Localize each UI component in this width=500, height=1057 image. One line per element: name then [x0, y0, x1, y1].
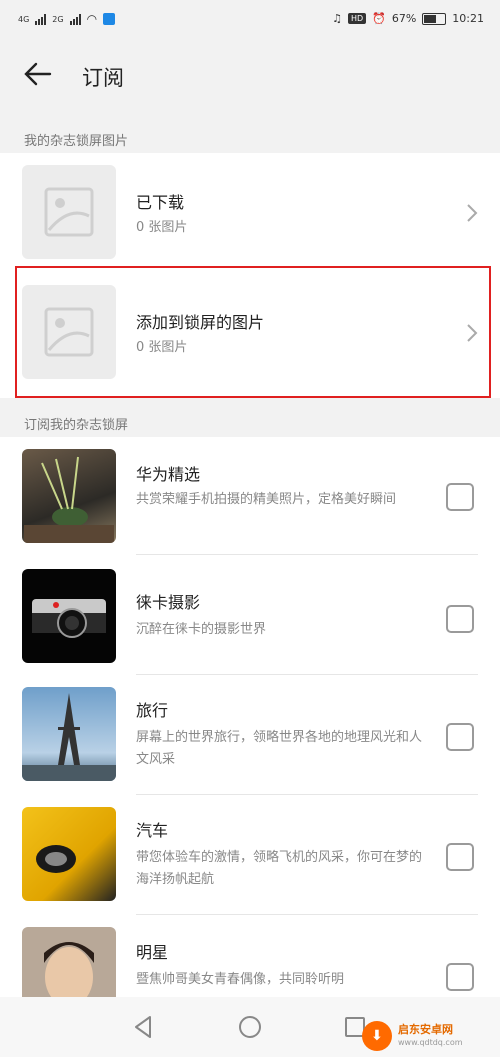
item-title: 已下载	[136, 193, 185, 212]
battery-icon	[422, 12, 447, 25]
watermark-name: 启东安卓网	[398, 1023, 453, 1036]
hd-badge: HD	[347, 13, 367, 24]
thumbnail-camera	[22, 569, 116, 663]
item-title: 旅行	[136, 701, 169, 720]
status-bar: 4G 2G ◠ ♫ HD ⏰ 67% 10:21	[0, 0, 500, 40]
subscription-item-celebrity[interactable]: 明星 暨焦帅哥美女青春偶像，共同聆听明	[0, 915, 500, 997]
subscribe-checkbox[interactable]	[446, 963, 474, 991]
headphone-icon: ♫	[332, 12, 342, 25]
item-title: 华为精选	[136, 465, 201, 484]
back-arrow-icon[interactable]	[22, 58, 54, 90]
list-item-downloaded[interactable]: 已下载 0 张图片	[0, 153, 500, 275]
wifi-icon: ◠	[86, 12, 98, 26]
subscribe-checkbox[interactable]	[446, 605, 474, 633]
watermark-url: www.qdtdq.com	[398, 1038, 463, 1047]
page-title: 订阅	[82, 66, 124, 90]
signal-icon-2	[69, 13, 81, 25]
subscribe-card: 华为精选 共赏荣耀手机拍摄的精美照片，定格美好瞬间 徕卡摄影 沉醉在徕卡的摄影世…	[0, 437, 500, 997]
alarm-icon: ⏰	[372, 12, 386, 25]
subscription-item-travel[interactable]: 旅行 屏幕上的世界旅行，领略世界各地的地理风光和人文风采	[0, 675, 500, 795]
item-subtitle: 暨焦帅哥美女青春偶像，共同聆听明	[136, 972, 345, 987]
subscription-item-leica[interactable]: 徕卡摄影 沉醉在徕卡的摄影世界	[0, 555, 500, 675]
thumbnail-eiffel	[22, 687, 116, 781]
item-subtitle: 屏幕上的世界旅行，领略世界各地的地理风光和人文风采	[136, 730, 423, 767]
image-placeholder-icon	[22, 165, 116, 259]
item-title: 徕卡摄影	[136, 593, 201, 612]
clock: 10:21	[452, 12, 484, 25]
section-label-mine: 我的杂志锁屏图片	[24, 134, 129, 149]
subscription-item-car[interactable]: 汽车 带您体验车的激情，领略飞机的风采，你可在梦的海洋扬帆起航	[0, 795, 500, 915]
item-subtitle: 带您体验车的激情，领略飞机的风采，你可在梦的海洋扬帆起航	[136, 850, 423, 887]
nav-back-icon[interactable]	[132, 1015, 154, 1039]
network-label-2: 2G	[52, 14, 64, 24]
subscribe-checkbox[interactable]	[446, 483, 474, 511]
item-subtitle: 0 张图片	[136, 220, 188, 235]
signal-icon	[35, 13, 47, 25]
network-label-1: 4G	[18, 14, 30, 24]
thumbnail-car	[22, 807, 116, 901]
item-subtitle: 共赏荣耀手机拍摄的精美照片，定格美好瞬间	[136, 492, 397, 507]
chevron-right-icon	[467, 204, 478, 222]
watermark: ⬇ 启东安卓网 www.qdtdq.com	[362, 1018, 492, 1054]
battery-percent: 67%	[391, 12, 417, 25]
subscribe-checkbox[interactable]	[446, 843, 474, 871]
section-label-subscribe: 订阅我的杂志锁屏	[24, 418, 129, 433]
security-shield-icon	[103, 13, 116, 25]
subscription-item-huawei[interactable]: 华为精选 共赏荣耀手机拍摄的精美照片，定格美好瞬间	[0, 437, 500, 555]
item-title: 明星	[136, 943, 169, 962]
title-bar: 订阅	[0, 40, 500, 108]
item-title: 汽车	[136, 821, 169, 840]
item-subtitle: 沉醉在徕卡的摄影世界	[136, 622, 267, 637]
watermark-logo-icon: ⬇	[362, 1021, 392, 1051]
subscribe-checkbox[interactable]	[446, 723, 474, 751]
thumbnail-plant	[22, 449, 116, 543]
nav-home-icon[interactable]	[238, 1015, 262, 1039]
thumbnail-portrait	[22, 927, 116, 997]
highlight-box	[15, 266, 491, 398]
